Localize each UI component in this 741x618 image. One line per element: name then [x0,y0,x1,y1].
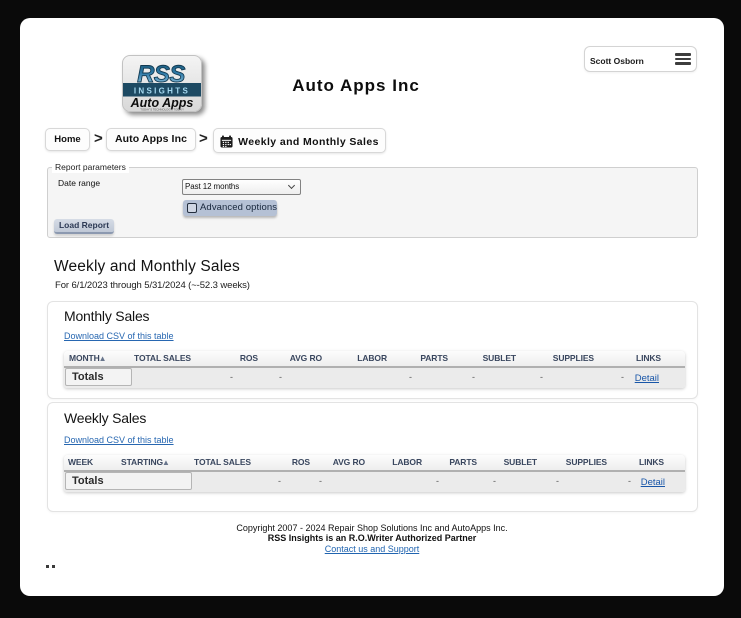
svg-text:TODAY'S TECHNOLOGY, TODAY!: TODAY'S TECHNOLOGY, TODAY! [140,108,184,112]
svg-text:INSIGHTS: INSIGHTS [134,87,190,96]
